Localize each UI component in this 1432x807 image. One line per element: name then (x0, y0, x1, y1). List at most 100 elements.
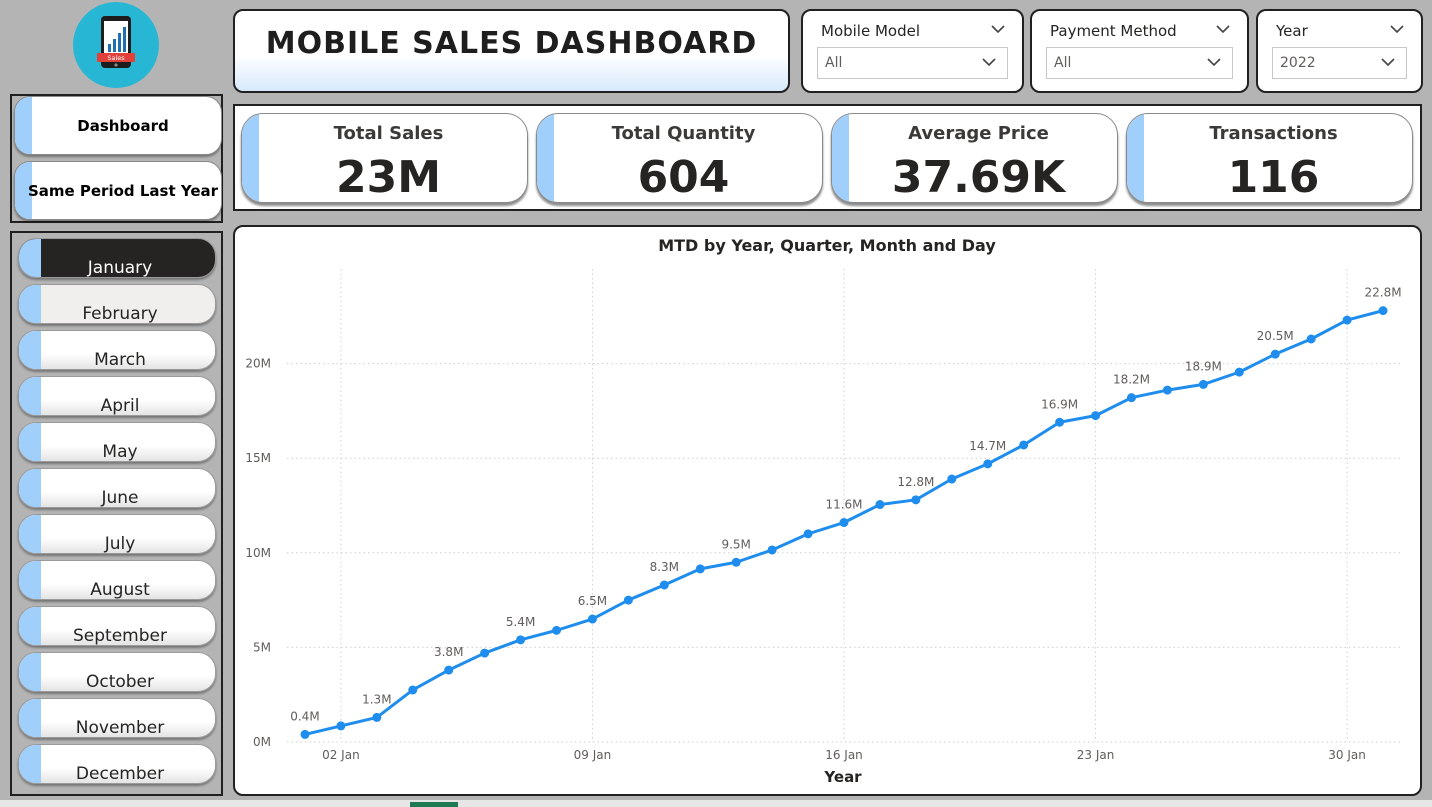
data-label: 3.8M (434, 645, 463, 659)
month-button-february[interactable]: February (18, 284, 216, 324)
month-button-january[interactable]: January (18, 238, 216, 278)
x-tick-label: 23 Jan (1077, 748, 1115, 762)
data-point (552, 625, 562, 635)
kpi-label: Transactions (1209, 123, 1338, 144)
page-tab-indicator[interactable] (410, 802, 458, 807)
kpi-card-transactions: Transactions 116 (1126, 113, 1413, 203)
kpi-card-total-quantity: Total Quantity 604 (536, 113, 823, 203)
chart-title: MTD by Year, Quarter, Month and Day (658, 236, 996, 255)
slicer-title: Year (1276, 22, 1308, 40)
data-point (623, 595, 633, 605)
button-accent (15, 97, 32, 154)
month-button-august[interactable]: August (18, 560, 216, 600)
data-point (300, 729, 310, 739)
month-button-july[interactable]: July (18, 514, 216, 554)
data-point (731, 557, 741, 567)
dashboard-title-card: MOBILE SALES DASHBOARD (233, 9, 790, 93)
month-label: April (100, 396, 140, 416)
month-label: May (102, 442, 138, 462)
data-label: 6.5M (578, 594, 607, 608)
month-label: December (75, 764, 165, 784)
kpi-value: 23M (335, 152, 441, 203)
data-point (947, 474, 957, 484)
nav-dashboard-button[interactable]: Dashboard (14, 96, 222, 155)
mtd-line-chart[interactable]: MTD by Year, Quarter, Month and Day 0M 5M 1… (233, 225, 1422, 796)
logo-badge-text: Sales (107, 54, 125, 62)
data-point (1270, 349, 1280, 359)
data-point (444, 665, 454, 675)
nav-same-period-label: Same Period Last Year (27, 181, 219, 200)
month-button-june[interactable]: June (18, 468, 216, 508)
data-point (480, 648, 490, 658)
data-label: 22.8M (1364, 286, 1401, 300)
month-label: January (87, 258, 153, 278)
data-label: 16.9M (1041, 397, 1078, 411)
data-label: 1.3M (362, 692, 391, 706)
slicer-title: Mobile Model (821, 22, 921, 40)
data-point (803, 529, 813, 539)
year-dropdown[interactable]: 2022 (1272, 47, 1407, 79)
data-point (839, 518, 849, 528)
data-label: 18.2M (1113, 373, 1150, 387)
payment-method-slicer: Payment Method All (1030, 9, 1249, 93)
payment-method-dropdown[interactable]: All (1046, 47, 1233, 79)
data-point (659, 580, 669, 590)
month-button-may[interactable]: May (18, 422, 216, 462)
data-point (1234, 367, 1244, 377)
kpi-value: 604 (637, 152, 730, 203)
month-button-april[interactable]: April (18, 376, 216, 416)
mobile-model-slicer: Mobile Model All (801, 9, 1024, 93)
slicer-value: All (825, 55, 843, 71)
month-button-december[interactable]: December (18, 744, 216, 784)
y-tick-label: 0M (253, 735, 271, 749)
slicer-title: Payment Method (1050, 22, 1177, 40)
month-label: August (90, 580, 150, 600)
month-label: June (101, 488, 139, 508)
page-tab-strip (0, 800, 1432, 807)
year-slicer: Year 2022 (1256, 9, 1423, 93)
month-button-september[interactable]: September (18, 606, 216, 646)
data-point (1126, 393, 1136, 403)
month-label: September (73, 626, 167, 646)
x-tick-label: 02 Jan (322, 748, 360, 762)
data-point (983, 459, 993, 469)
kpi-value: 37.69K (891, 152, 1066, 203)
mobile-model-dropdown[interactable]: All (817, 47, 1008, 79)
month-button-october[interactable]: October (18, 652, 216, 692)
app-logo: Sales (73, 2, 159, 88)
chevron-down-icon[interactable] (990, 22, 1006, 36)
data-point (408, 685, 418, 695)
kpi-card-total-sales: Total Sales 23M (241, 113, 528, 203)
page-navigator: Dashboard Same Period Last Year (10, 94, 223, 223)
chart-canvas: MTD by Year, Quarter, Month and Day 0M 5M 1… (245, 236, 1401, 786)
chevron-down-icon (1207, 58, 1221, 67)
x-tick-label: 09 Jan (574, 748, 612, 762)
month-button-november[interactable]: November (18, 698, 216, 738)
data-label: 0.4M (290, 709, 319, 723)
month-button-march[interactable]: March (18, 330, 216, 370)
x-tick-label: 16 Jan (825, 748, 863, 762)
slicer-value: 2022 (1280, 55, 1316, 71)
month-label: February (82, 304, 158, 324)
data-label: 12.8M (897, 475, 934, 489)
data-point (1019, 440, 1029, 450)
kpi-label: Total Sales (333, 123, 444, 144)
data-point (336, 721, 346, 731)
data-point (372, 712, 382, 722)
chevron-down-icon (982, 58, 996, 67)
data-label: 5.4M (506, 615, 535, 629)
data-point (767, 545, 777, 555)
x-axis-label: Year (823, 768, 862, 786)
data-point (1055, 417, 1065, 427)
nav-same-period-button[interactable]: Same Period Last Year (14, 161, 222, 220)
chevron-down-icon[interactable] (1215, 22, 1231, 36)
kpi-label: Average Price (908, 123, 1049, 144)
chevron-down-icon[interactable] (1389, 22, 1405, 36)
nav-dashboard-label: Dashboard (77, 116, 169, 135)
data-point (1198, 379, 1208, 389)
month-slicer: January February March April May June Ju… (10, 231, 223, 796)
y-tick-label: 5M (253, 640, 271, 654)
data-point (1162, 385, 1172, 395)
data-point (587, 614, 597, 624)
chevron-down-icon (1381, 58, 1395, 67)
